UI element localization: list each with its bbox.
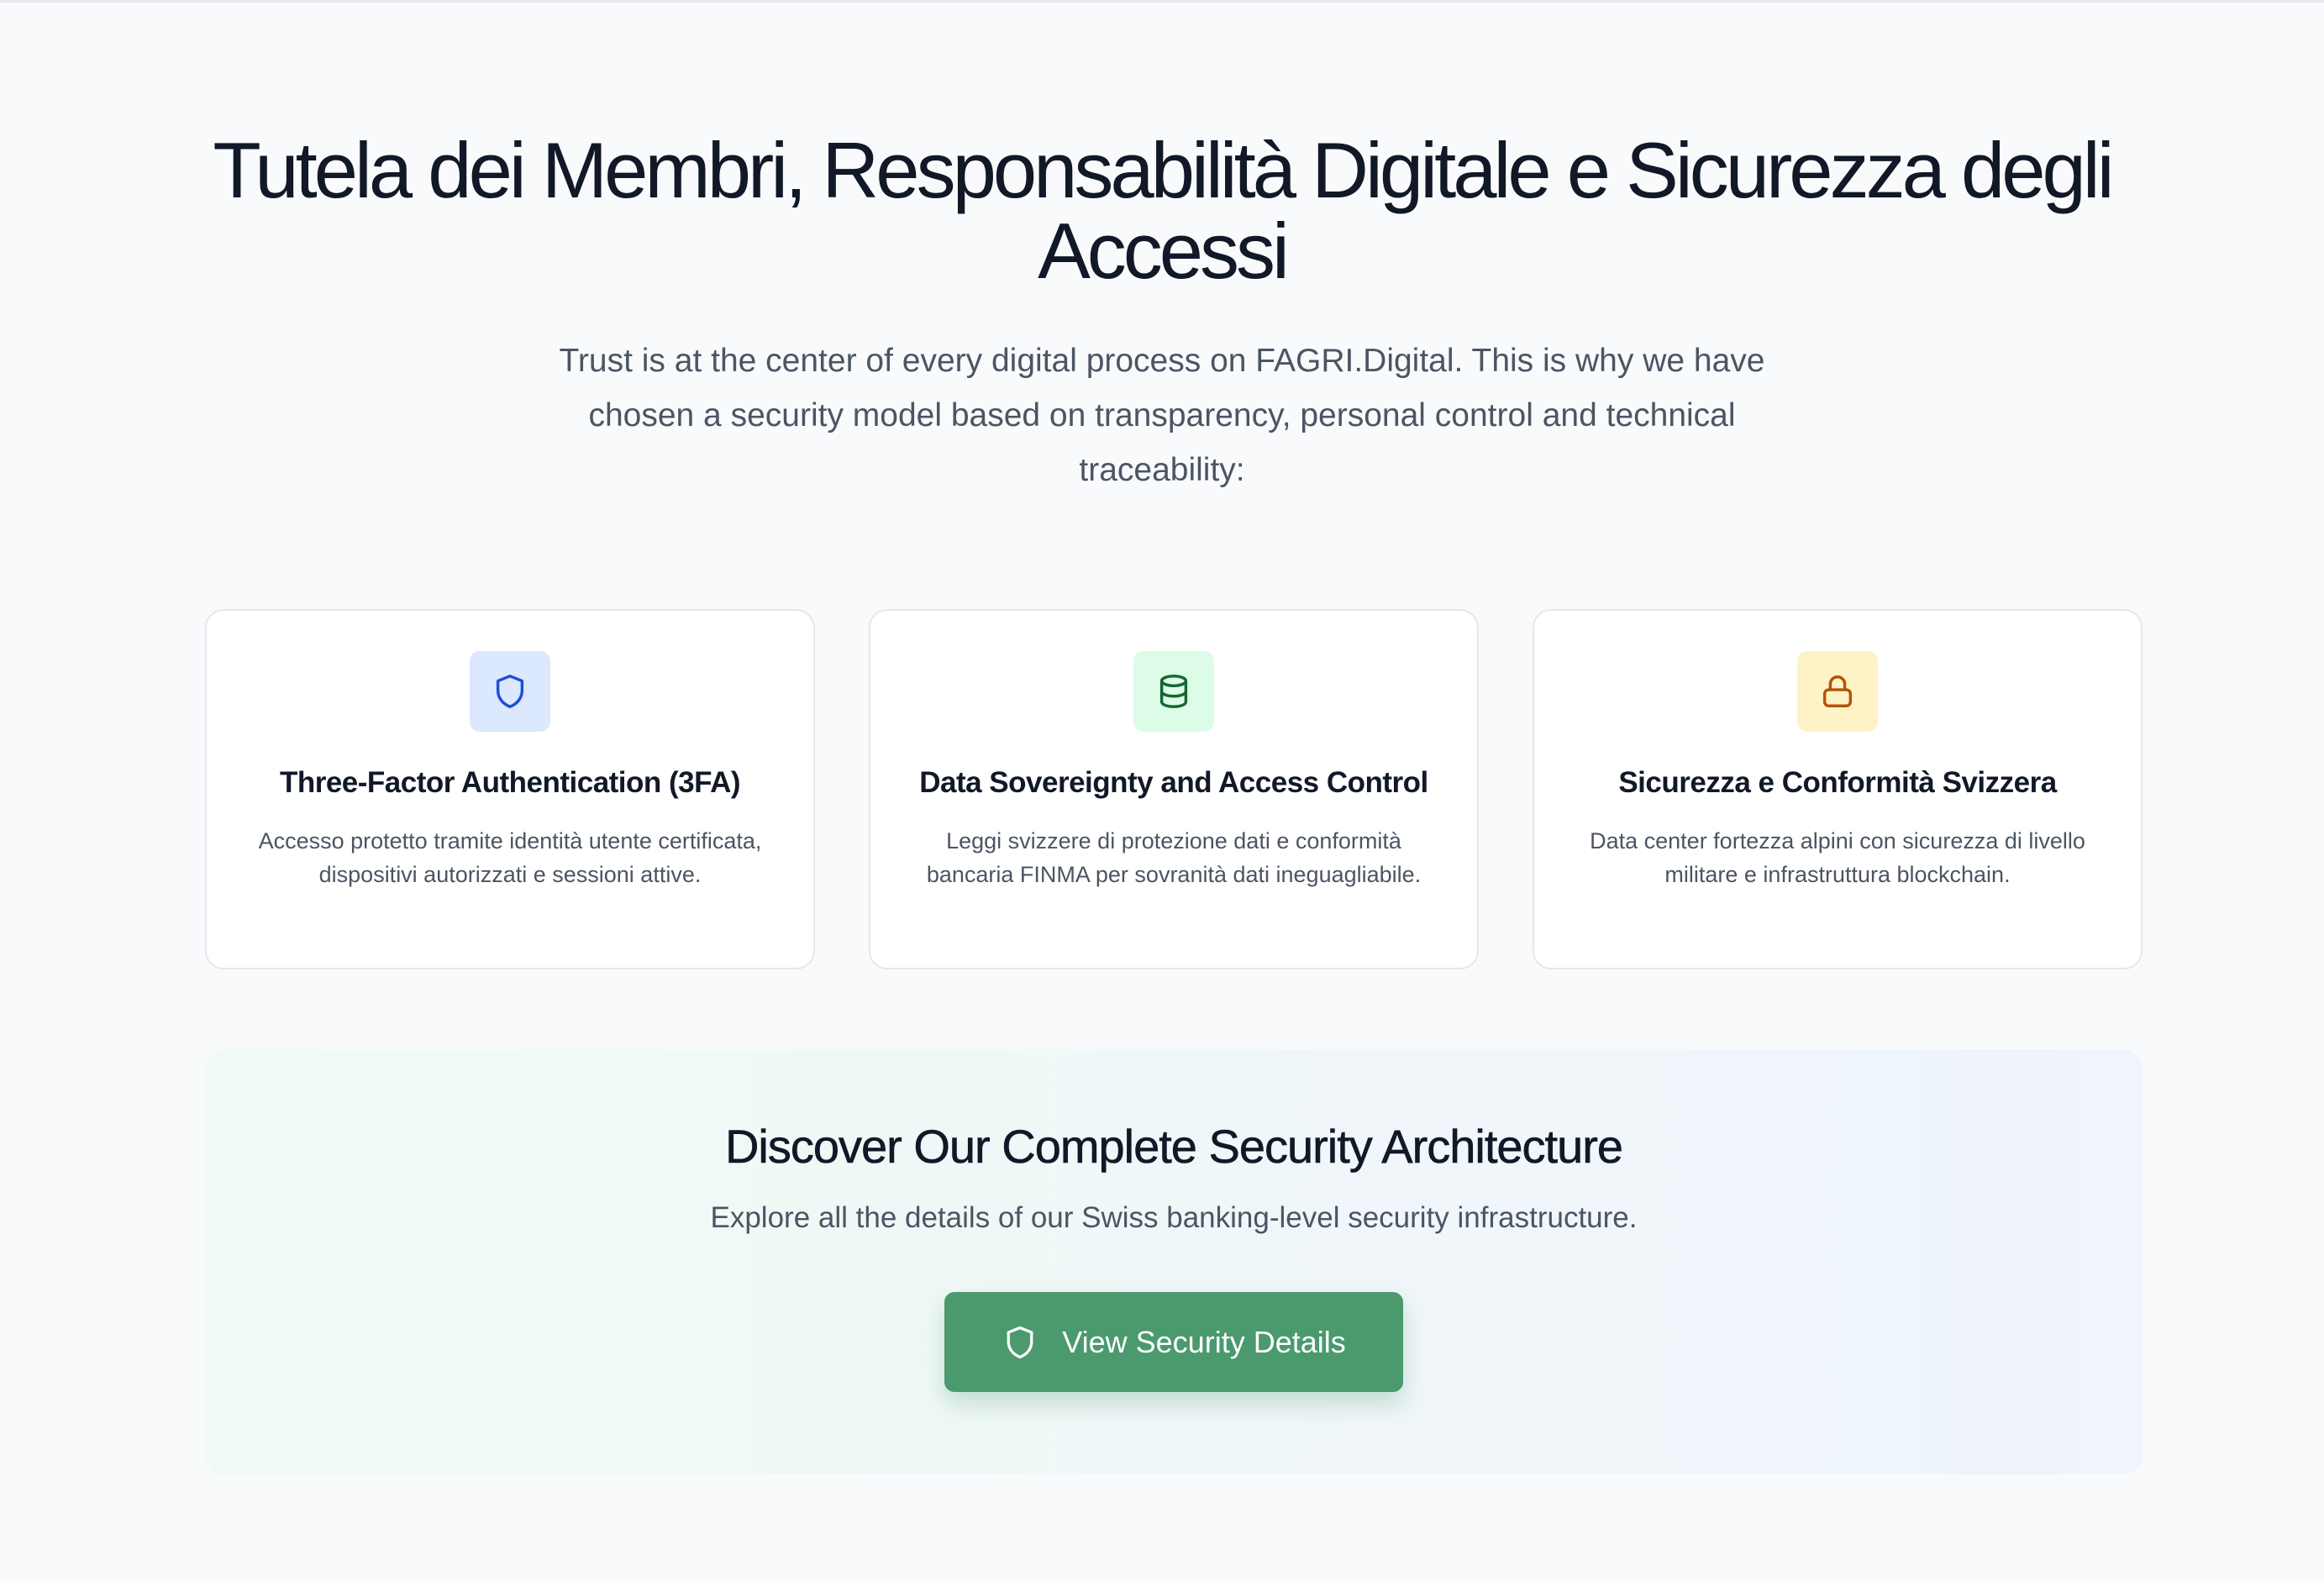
card-icon-badge	[1133, 651, 1214, 732]
button-label: View Security Details	[1062, 1324, 1346, 1359]
card-description: Accesso protetto tramite identità utente…	[258, 828, 762, 887]
card-description: Leggi svizzere di protezione dati e conf…	[926, 828, 1422, 887]
card-title: Data Sovereignty and Access Control	[919, 766, 1428, 799]
page-subtitle: Trust is at the center of every digital …	[559, 343, 1765, 488]
page-title: Tutela dei Membri, Responsabilità Digita…	[213, 126, 2114, 295]
view-security-details-button[interactable]: View Security Details	[944, 1292, 1403, 1392]
shield-icon	[1007, 1326, 1033, 1358]
security-page: Tutela dei Membri, Responsabilità Digita…	[0, 0, 2324, 1581]
cta-description: Explore all the details of our Swiss ban…	[710, 1201, 1638, 1234]
card-icon-badge	[1797, 651, 1878, 732]
security-cta-panel: Discover Our Complete Security Architect…	[205, 1049, 2143, 1474]
card-description: Data center fortezza alpini con sicurezz…	[1590, 828, 2085, 887]
hero-section: Tutela dei Membri, Responsabilità Digita…	[0, 130, 2324, 497]
card-icon-badge	[470, 651, 550, 732]
shield-icon	[496, 675, 524, 708]
lock-icon	[1822, 675, 1853, 707]
database-icon	[1159, 675, 1188, 708]
feature-card-swiss-security: Sicurezza e Conformità Svizzera Data cen…	[1533, 609, 2143, 969]
feature-card-3fa: Three-Factor Authentication (3FA) Access…	[205, 609, 815, 969]
card-title: Sicurezza e Conformità Svizzera	[1618, 766, 2057, 799]
cta-title: Discover Our Complete Security Architect…	[724, 1120, 1624, 1174]
feature-card-data-sovereignty: Data Sovereignty and Access Control Legg…	[869, 609, 1479, 969]
feature-cards: Three-Factor Authentication (3FA) Access…	[205, 609, 2143, 969]
card-title: Three-Factor Authentication (3FA)	[279, 766, 741, 799]
